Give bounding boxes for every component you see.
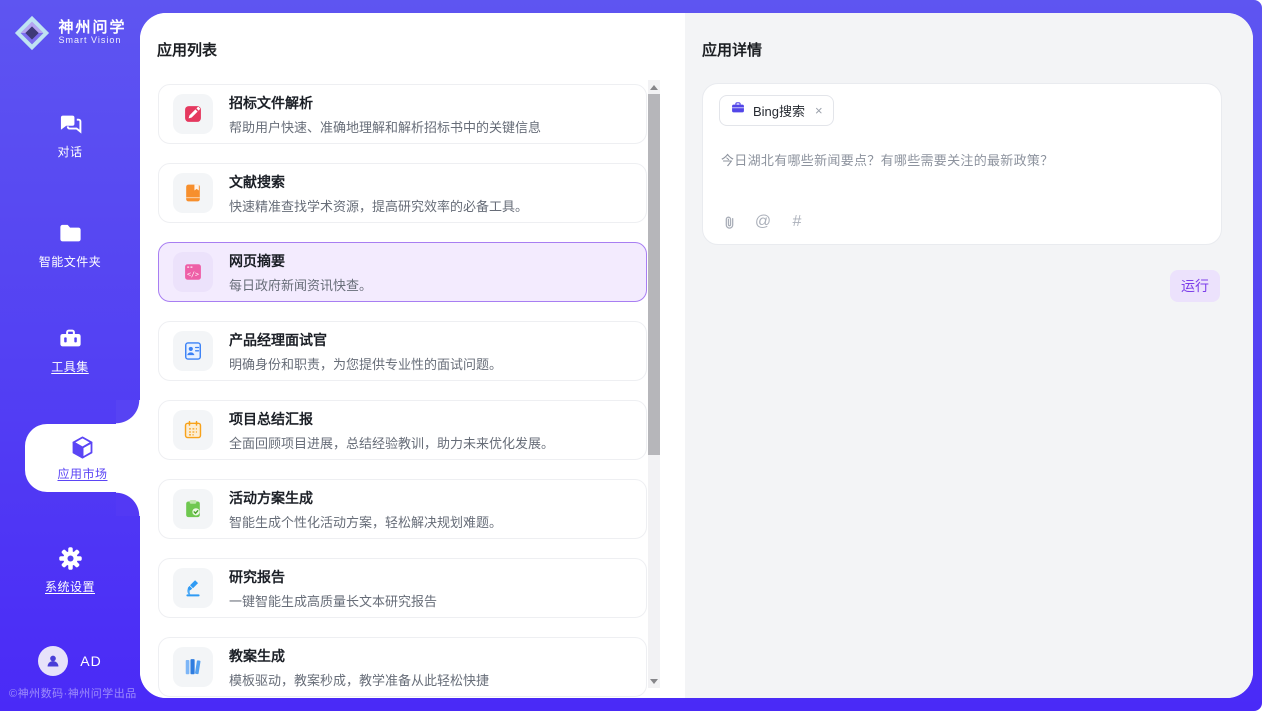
brand-logo: 神州问学 Smart Vision xyxy=(0,14,140,52)
app-card-desc: 每日政府新闻资讯快查。 xyxy=(229,275,372,294)
app-card-title: 研究报告 xyxy=(229,567,437,587)
books-icon xyxy=(173,647,213,687)
attachment-icon[interactable] xyxy=(720,213,738,231)
chat-icon xyxy=(57,110,84,137)
briefcase-icon xyxy=(730,100,746,121)
scroll-down-arrow-icon[interactable] xyxy=(648,674,660,688)
sidebar-item-label: 智能文件夹 xyxy=(39,253,102,270)
diamond-logo-icon xyxy=(13,14,51,52)
prompt-card: Bing搜索 × 今日湖北有哪些新闻要点？有哪些需要关注的最新政策？ @# xyxy=(702,83,1222,245)
brand-name: 神州问学 xyxy=(58,20,126,37)
main-surface: 应用列表 招标文件解析 帮助用户快速、准确地理解和解析招标书中的关键信息 文献搜… xyxy=(140,13,1253,698)
sidebar-item-工具集[interactable]: 工具集 xyxy=(0,325,140,375)
app-card-desc: 快速精准查找学术资源，提高研究效率的必备工具。 xyxy=(229,196,528,215)
svg-text:</>: </> xyxy=(187,270,199,278)
run-button[interactable]: 运行 xyxy=(1170,270,1220,302)
hash-icon[interactable]: # xyxy=(788,213,806,231)
close-icon[interactable]: × xyxy=(815,104,823,117)
person-icon xyxy=(43,651,63,671)
app-window: 神州问学 Smart Vision 对话 智能文件夹 工具集 应用市场 系统设置 xyxy=(0,0,1262,711)
app-card[interactable]: 教案生成 模板驱动，教案秒成，教学准备从此轻松快捷 xyxy=(158,637,647,697)
cube-icon xyxy=(69,434,96,461)
sidebar-item-系统设置[interactable]: 系统设置 xyxy=(0,545,140,595)
clipboard-check-icon xyxy=(173,489,213,529)
app-card-desc: 一键智能生成高质量长文本研究报告 xyxy=(229,591,437,610)
user-row[interactable]: AD xyxy=(0,646,140,676)
brand-subtitle: Smart Vision xyxy=(58,36,126,46)
app-card[interactable]: 文献搜索 快速精准查找学术资源，提高研究效率的必备工具。 xyxy=(158,163,647,223)
app-card-title: 网页摘要 xyxy=(229,251,372,271)
app-card[interactable]: </> 网页摘要 每日政府新闻资讯快查。 xyxy=(158,242,647,302)
app-card-desc: 模板驱动，教案秒成，教学准备从此轻松快捷 xyxy=(229,670,489,689)
app-card-title: 活动方案生成 xyxy=(229,488,502,508)
toolbox-icon xyxy=(57,325,84,352)
tool-tag-bing-search[interactable]: Bing搜索 × xyxy=(719,95,834,126)
app-card-desc: 智能生成个性化活动方案，轻松解决规划难题。 xyxy=(229,512,502,531)
page: 神州问学 Smart Vision 对话 智能文件夹 工具集 应用市场 系统设置 xyxy=(0,0,1270,714)
app-card[interactable]: 项目总结汇报 全面回顾项目进展，总结经验教训，助力未来优化发展。 xyxy=(158,400,647,460)
sidebar-item-label: 应用市场 xyxy=(57,465,107,482)
sidebar: 神州问学 Smart Vision 对话 智能文件夹 工具集 应用市场 系统设置 xyxy=(0,0,140,711)
app-card-desc: 帮助用户快速、准确地理解和解析招标书中的关键信息 xyxy=(229,117,541,136)
mention-icon[interactable]: @ xyxy=(754,213,772,231)
sidebar-item-智能文件夹[interactable]: 智能文件夹 xyxy=(0,220,140,270)
app-card-title: 教案生成 xyxy=(229,646,489,666)
prompt-toolbar: @# xyxy=(720,213,806,231)
app-card[interactable]: 研究报告 一键智能生成高质量长文本研究报告 xyxy=(158,558,647,618)
tool-tag-label: Bing搜索 xyxy=(753,101,805,120)
book-icon xyxy=(173,173,213,213)
gear-icon xyxy=(57,545,84,572)
scrollbar[interactable] xyxy=(648,80,660,688)
user-label: AD xyxy=(80,653,101,669)
edit-square-icon xyxy=(173,94,213,134)
app-card-title: 产品经理面试官 xyxy=(229,330,502,350)
app-detail-panel: 应用详情 Bing搜索 × 今日湖北有哪些新闻要点？有哪些需要关注的最新政策？ … xyxy=(685,13,1253,698)
app-card-title: 文献搜索 xyxy=(229,172,528,192)
avatar[interactable] xyxy=(38,646,68,676)
app-card-desc: 明确身份和职责，为您提供专业性的面试问题。 xyxy=(229,354,502,373)
copyright-text: ©神州数码·神州问学出品 xyxy=(9,685,137,701)
app-card[interactable]: 产品经理面试官 明确身份和职责，为您提供专业性的面试问题。 xyxy=(158,321,647,381)
app-card-title: 招标文件解析 xyxy=(229,93,541,113)
calendar-note-icon xyxy=(173,410,213,450)
sidebar-item-label: 系统设置 xyxy=(45,578,95,595)
sidebar-item-应用市场-active[interactable]: 应用市场 xyxy=(25,424,140,492)
app-card[interactable]: 招标文件解析 帮助用户快速、准确地理解和解析招标书中的关键信息 xyxy=(158,84,647,144)
sidebar-item-label: 工具集 xyxy=(51,358,89,375)
scrollbar-thumb[interactable] xyxy=(648,94,660,455)
app-card[interactable]: 活动方案生成 智能生成个性化活动方案，轻松解决规划难题。 xyxy=(158,479,647,539)
app-detail-title: 应用详情 xyxy=(702,39,762,60)
app-list-title: 应用列表 xyxy=(157,39,217,60)
microscope-icon xyxy=(173,568,213,608)
folder-icon xyxy=(57,220,84,247)
app-card-title: 项目总结汇报 xyxy=(229,409,554,429)
app-list-panel: 应用列表 招标文件解析 帮助用户快速、准确地理解和解析招标书中的关键信息 文献搜… xyxy=(140,13,685,698)
app-cards: 招标文件解析 帮助用户快速、准确地理解和解析招标书中的关键信息 文献搜索 快速精… xyxy=(158,84,647,697)
sidebar-item-label: 对话 xyxy=(57,143,82,160)
sidebar-item-对话[interactable]: 对话 xyxy=(0,110,140,160)
prompt-input[interactable]: 今日湖北有哪些新闻要点？有哪些需要关注的最新政策？ xyxy=(721,150,1203,169)
scroll-up-arrow-icon[interactable] xyxy=(648,80,660,94)
browser-code-icon: </> xyxy=(173,252,213,292)
person-doc-icon xyxy=(173,331,213,371)
app-card-desc: 全面回顾项目进展，总结经验教训，助力未来优化发展。 xyxy=(229,433,554,452)
